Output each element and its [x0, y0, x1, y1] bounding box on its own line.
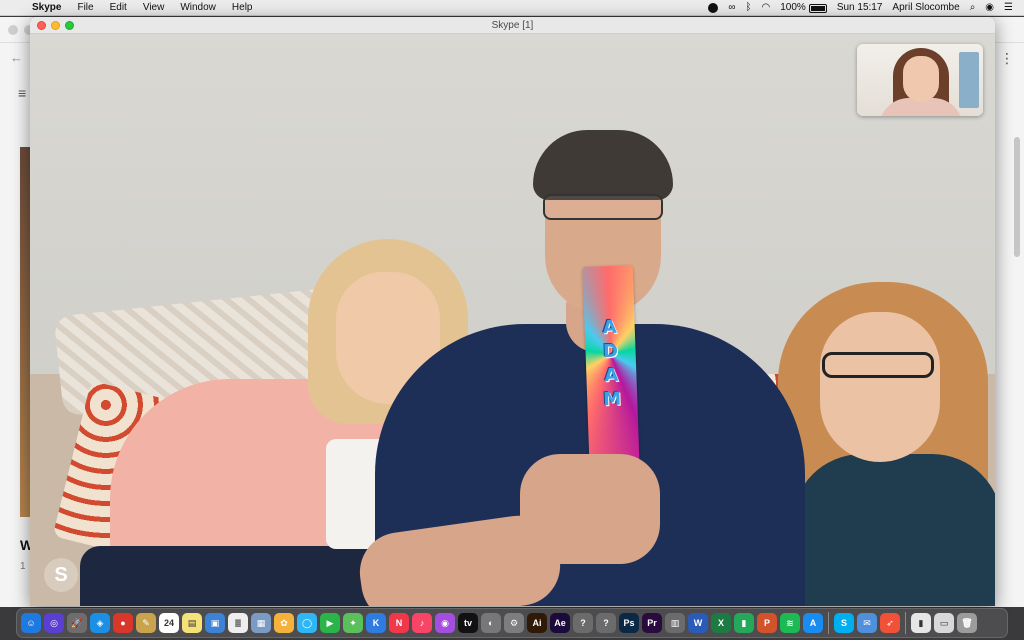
system-preferences-icon[interactable]: ⚙ [504, 613, 524, 633]
name-bookmark: A D A M [582, 265, 640, 463]
textedit-icon[interactable]: ≣ [228, 613, 248, 633]
skype-logo-icon: S [44, 558, 78, 592]
spotify-icon[interactable]: ≋ [780, 613, 800, 633]
bookmark-letter: D [602, 340, 619, 363]
safari-icon[interactable]: ◈ [90, 613, 110, 633]
numbers-icon[interactable]: ▮ [734, 613, 754, 633]
preview-icon[interactable]: ▣ [205, 613, 225, 633]
facetime-icon[interactable]: ▶ [320, 613, 340, 633]
person-left-legs [80, 546, 380, 606]
launchpad-icon[interactable]: 🚀 [67, 613, 87, 633]
swift-icon[interactable]: ➶ [880, 613, 900, 633]
calendar-icon[interactable]: 24 [159, 613, 179, 633]
bookmark-letter: A [602, 316, 618, 339]
maps-icon[interactable]: ✦ [343, 613, 363, 633]
hamburger-menu-icon[interactable]: ≡ [18, 85, 26, 101]
news-icon[interactable]: N [389, 613, 409, 633]
siri-icon[interactable]: ◎ [44, 613, 64, 633]
dock-separator [905, 612, 906, 634]
notes-icon[interactable]: ✎ [136, 613, 156, 633]
background-image-strip [20, 147, 30, 517]
finder-icon[interactable]: ☺ [21, 613, 41, 633]
creative-cloud-icon[interactable]: ∞ [723, 0, 740, 16]
dock-separator [828, 612, 829, 634]
photoshop-icon[interactable]: Ps [619, 613, 639, 633]
menu-window[interactable]: Window [172, 0, 224, 16]
person-right-top [792, 454, 995, 606]
self-view-video[interactable] [857, 44, 983, 116]
user-name[interactable]: April Slocombe [887, 0, 964, 16]
unknown-app-icon-1[interactable]: ? [573, 613, 593, 633]
podcasts-icon[interactable]: ◉ [435, 613, 455, 633]
status-area: ∞ ᛒ ◠ 100% Sun 15:17 April Slocombe ⌕ ◉ … [703, 0, 1018, 16]
bg-close-icon[interactable] [8, 24, 18, 35]
person-center-hair [533, 130, 673, 200]
premiere-icon[interactable]: Pr [642, 613, 662, 633]
scrollbar[interactable] [1014, 137, 1020, 257]
back-arrow-icon[interactable]: ← [10, 50, 23, 65]
dock: ☺ ◎ 🚀 ◈ ● ✎ 24 ▤ ▣ ≣ ▦ ✿ ◯ ▶ ✦ K N ♪ ◉ tv ◐ ⚙ Ai Ae?? Ps Pr ▥ W X ▮ P ≋… [16, 608, 1008, 638]
siri-menu-icon[interactable]: ◉ [980, 0, 999, 16]
self-view-face [903, 56, 939, 102]
powerpoint-icon[interactable]: P [757, 613, 777, 633]
person-center-hand [520, 454, 660, 564]
battery-percent: 100% [780, 2, 806, 13]
word-icon[interactable]: W [688, 613, 708, 633]
downloads-folder-icon[interactable]: ▮ [911, 613, 931, 633]
image-capture-icon[interactable]: ▦ [251, 613, 271, 633]
screenshot-icon[interactable]: ◐ [481, 613, 501, 633]
menu-edit[interactable]: Edit [102, 0, 135, 16]
menu-app-name[interactable]: Skype [28, 0, 69, 16]
clock[interactable]: Sun 15:17 [832, 0, 888, 16]
documents-stack-icon[interactable]: ▭ [934, 613, 954, 633]
excel-icon[interactable]: X [711, 613, 731, 633]
spotlight-search-icon[interactable]: ⌕ [965, 0, 981, 16]
background-snippet-sub: 1 [20, 561, 26, 572]
app-store-icon[interactable]: A [803, 613, 823, 633]
skype-call-window: Skype [1] A D A M S [30, 17, 995, 606]
messages-icon[interactable]: ◯ [297, 613, 317, 633]
chrome-icon[interactable]: ● [113, 613, 133, 633]
menu-bar: Skype File Edit View Window Help ∞ ᛒ ◠ 1… [0, 0, 1024, 16]
menu-view[interactable]: View [135, 0, 173, 16]
trash-icon[interactable]: 🗑 [957, 613, 977, 633]
remote-video-feed[interactable]: A D A M S [30, 34, 995, 606]
self-view-shelf [959, 52, 979, 108]
mail-app-icon[interactable]: ✉ [857, 613, 877, 633]
checkmark-tray-icon[interactable] [708, 3, 719, 13]
wifi-icon[interactable]: ◠ [757, 0, 776, 16]
illustrator-icon[interactable]: Ai [527, 613, 547, 633]
bluetooth-icon[interactable]: ᛒ [741, 0, 757, 16]
menu-help[interactable]: Help [224, 0, 261, 16]
apple-tv-icon[interactable]: tv [458, 613, 478, 633]
photos-icon[interactable]: ✿ [274, 613, 294, 633]
more-options-icon[interactable]: ⋮ [1000, 50, 1014, 67]
bookmark-letter: M [602, 388, 622, 411]
window-title: Skype [1] [491, 19, 534, 31]
skype-icon[interactable]: S [834, 613, 854, 633]
bookmark-letter: A [604, 364, 619, 387]
menu-file[interactable]: File [69, 0, 101, 16]
docs-icon[interactable]: ▥ [665, 613, 685, 633]
battery-indicator[interactable]: 100% [775, 0, 832, 16]
music-icon[interactable]: ♪ [412, 613, 432, 633]
notification-center-icon[interactable]: ☰ [999, 0, 1018, 16]
battery-icon [808, 3, 827, 13]
person-right-glasses [822, 352, 934, 378]
stickies-icon[interactable]: ▤ [182, 613, 202, 633]
person-center-glasses [543, 194, 663, 220]
person-right-face [820, 312, 940, 462]
unknown-app-icon-2[interactable]: ? [596, 613, 616, 633]
skype-titlebar[interactable]: Skype [1] [30, 17, 995, 34]
keynote-icon[interactable]: K [366, 613, 386, 633]
after-effects-icon[interactable]: Ae [550, 613, 570, 633]
